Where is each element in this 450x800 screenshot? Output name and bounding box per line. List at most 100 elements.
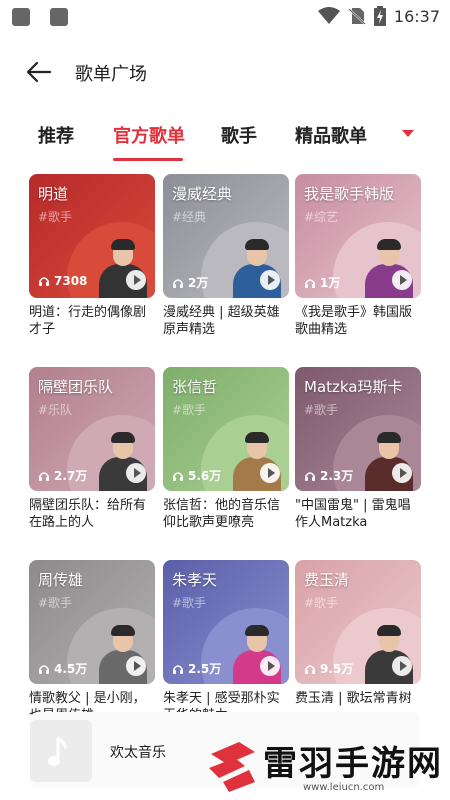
playlist-cover[interactable]: Matzka玛斯卡 #歌手 2.3万 — [295, 367, 421, 491]
playlist-cover[interactable]: 漫威经典 #经典 2万 — [163, 174, 289, 298]
playlist-description[interactable]: 张信哲：他的音乐信仰比歌声更嘹亮 — [163, 497, 289, 531]
play-count: 4.5万 — [38, 660, 87, 677]
headphones-icon — [173, 664, 183, 674]
playlist-cover[interactable]: 张信哲 #歌手 5.6万 — [163, 367, 289, 491]
playlist-cover-title: 漫威经典 — [172, 185, 233, 203]
play-count-value: 9.5万 — [320, 662, 354, 676]
tab-premium-playlists[interactable]: 精品歌单 — [295, 122, 367, 148]
category-tabs: 推荐 官方歌单 歌手 精品歌单 — [0, 118, 450, 164]
battery-charging-icon — [373, 6, 386, 26]
play-count: 1万 — [304, 274, 340, 291]
playlist-cover-title: 我是歌手韩版 — [304, 185, 395, 203]
playlist-cover[interactable]: 周传雄 #歌手 4.5万 — [29, 560, 155, 684]
play-icon[interactable] — [260, 270, 280, 290]
play-count-value: 4.5万 — [54, 662, 88, 676]
headphones-icon — [305, 471, 315, 481]
notification-icon — [50, 8, 68, 26]
play-count: 2万 — [172, 274, 208, 291]
playlist-description[interactable]: 《我是歌手》韩国版歌曲精选 — [295, 304, 421, 338]
watermark: 雷羽手游网 www.leiucn.com — [205, 736, 450, 800]
watermark-name: 雷羽手游网 — [263, 744, 443, 784]
headphones-icon — [173, 278, 183, 288]
play-count-value: 2.3万 — [320, 469, 354, 483]
playlist-card[interactable]: 朱孝天#歌手2.5万朱孝天 | 感受那朴实无华的魅力 — [163, 560, 289, 724]
app-bar: 歌单广场 — [0, 50, 450, 94]
playlist-description[interactable]: "中国雷鬼" | 雷鬼唱作人Matzka — [295, 497, 421, 531]
play-count-value: 2万 — [188, 276, 209, 290]
playlist-tag: #歌手 — [172, 403, 207, 417]
play-count-value: 2.7万 — [54, 469, 88, 483]
playlist-tag: #歌手 — [304, 403, 339, 417]
playlist-cover[interactable]: 我是歌手韩版 #综艺 1万 — [295, 174, 421, 298]
wifi-icon — [317, 7, 340, 24]
playlist-tag: #歌手 — [38, 210, 73, 224]
tab-official-playlists[interactable]: 官方歌单 — [113, 122, 185, 148]
play-icon[interactable] — [392, 463, 412, 483]
playlist-card[interactable]: 周传雄#歌手4.5万情歌教父 | 是小刚，也是周传雄 — [29, 560, 155, 724]
status-bar: 16:37 — [0, 0, 450, 34]
play-count-value: 2.5万 — [188, 662, 222, 676]
headphones-icon — [39, 471, 49, 481]
play-icon[interactable] — [392, 656, 412, 676]
playlist-cover-title: 张信哲 — [172, 378, 218, 396]
playlist-card[interactable]: 我是歌手韩版 #综艺 1万《我是歌手》韩国版歌曲精选 — [295, 174, 421, 338]
playlist-cover[interactable]: 朱孝天 #歌手 2.5万 — [163, 560, 289, 684]
notification-icon — [12, 8, 30, 26]
headphones-icon — [39, 277, 49, 286]
tab-singers[interactable]: 歌手 — [221, 122, 257, 148]
clock: 16:37 — [393, 6, 440, 26]
playlist-card[interactable]: 漫威经典 #经典 2万漫威经典 | 超级英雄原声精选 — [163, 174, 289, 338]
playlist-tag: #综艺 — [304, 210, 339, 224]
back-button[interactable] — [26, 60, 52, 84]
playlist-card[interactable]: 费玉清 #歌手 9.5万费玉清 | 歌坛常青树 — [295, 560, 421, 707]
headphones-icon — [305, 278, 315, 288]
tab-indicator — [113, 158, 183, 161]
arrow-left-icon — [26, 61, 52, 83]
headphones-icon — [173, 471, 183, 481]
playlist-description[interactable]: 隔壁团乐队：给所有在路上的人 — [29, 497, 155, 531]
play-count: 2.7万 — [38, 467, 87, 484]
play-count: 5.6万 — [172, 467, 221, 484]
watermark-url: www.leiucn.com — [303, 782, 385, 793]
playlist-cover-title: 明道 — [38, 185, 69, 203]
play-icon[interactable] — [392, 270, 412, 290]
player-cover[interactable] — [30, 720, 92, 782]
playlist-cover[interactable]: 明道 #歌手 7308 — [29, 174, 155, 298]
play-count: 9.5万 — [304, 660, 353, 677]
playlist-card[interactable]: 明道 #歌手 7308 明道：行走的偶像剧才子 — [29, 174, 155, 338]
tab-recommend[interactable]: 推荐 — [38, 122, 74, 148]
music-note-icon — [48, 736, 68, 766]
playlist-cover[interactable]: 费玉清 #歌手 9.5万 — [295, 560, 421, 684]
playlist-description[interactable]: 明道：行走的偶像剧才子 — [29, 304, 155, 338]
playlist-description[interactable]: 费玉清 | 歌坛常青树 — [295, 690, 421, 707]
play-count-value: 5.6万 — [188, 469, 222, 483]
playlist-tag: #歌手 — [172, 596, 207, 610]
play-icon[interactable] — [260, 656, 280, 676]
headphones-icon — [39, 664, 49, 674]
playlist-card[interactable]: 隔壁团乐队 #乐队 2.7万隔壁团乐队：给所有在路上的人 — [29, 367, 155, 531]
playlist-tag: #经典 — [172, 210, 207, 224]
playlist-cover[interactable]: 隔壁团乐队 #乐队 2.7万 — [29, 367, 155, 491]
play-icon[interactable] — [126, 270, 146, 290]
play-count-value: 7308 — [54, 274, 88, 288]
playlist-card[interactable]: Matzka玛斯卡 #歌手 2.3万 "中国雷鬼" | 雷鬼唱作人Matzka — [295, 367, 421, 531]
playlist-tag: #歌手 — [304, 596, 339, 610]
play-count: 2.3万 — [304, 467, 353, 484]
playlist-cover-title: 周传雄 — [38, 571, 84, 589]
watermark-logo-icon — [209, 742, 255, 792]
play-icon[interactable] — [260, 463, 280, 483]
headphones-icon — [305, 664, 315, 674]
playlist-cover-title: 费玉清 — [304, 571, 350, 589]
playlist-cover-title: Matzka玛斯卡 — [304, 378, 403, 396]
playlist-cover-title: 朱孝天 — [172, 571, 218, 589]
page-title: 歌单广场 — [75, 64, 147, 85]
playlist-description[interactable]: 漫威经典 | 超级英雄原声精选 — [163, 304, 289, 338]
no-sim-icon — [348, 8, 366, 25]
play-count: 2.5万 — [172, 660, 221, 677]
playlist-cover-title: 隔壁团乐队 — [38, 378, 114, 396]
play-icon[interactable] — [126, 656, 146, 676]
play-count-value: 1万 — [320, 276, 341, 290]
triangle-down-icon[interactable] — [402, 130, 414, 137]
play-icon[interactable] — [126, 463, 146, 483]
playlist-card[interactable]: 张信哲 #歌手 5.6万张信哲：他的音乐信仰比歌声更嘹亮 — [163, 367, 289, 531]
